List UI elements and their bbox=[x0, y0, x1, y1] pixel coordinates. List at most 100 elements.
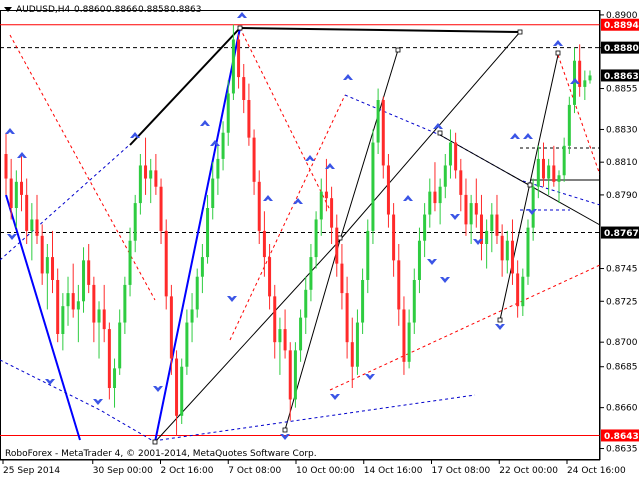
down-fractal-icon bbox=[427, 259, 437, 265]
candle-body bbox=[335, 227, 339, 264]
ohlc-close: 0.8863 bbox=[170, 5, 202, 15]
candle-body bbox=[350, 342, 354, 367]
anchor-point bbox=[237, 25, 243, 31]
y-tick-label: 0.8635 bbox=[606, 445, 638, 455]
candle bbox=[25, 178, 29, 244]
candle-body bbox=[386, 165, 390, 215]
down-fractal-icon bbox=[495, 324, 505, 330]
candle-body bbox=[583, 80, 587, 87]
chart-footer: RoboForex - MetaTrader 4, © 2001-2014, M… bbox=[5, 449, 317, 459]
candle-body bbox=[211, 178, 215, 208]
candle bbox=[407, 309, 411, 369]
candle-body bbox=[273, 296, 277, 343]
candle-body bbox=[82, 260, 86, 302]
up-fractal-icon bbox=[510, 133, 520, 139]
candle-body bbox=[428, 191, 432, 215]
candle bbox=[299, 309, 303, 362]
down-fractal-icon bbox=[280, 434, 290, 440]
up-fractal-icon bbox=[523, 133, 533, 139]
candle bbox=[185, 309, 189, 375]
y-tick-label: 0.8855 bbox=[606, 85, 638, 95]
candle bbox=[149, 158, 153, 204]
candle bbox=[45, 244, 49, 310]
candle bbox=[376, 88, 380, 154]
candle-body bbox=[541, 158, 545, 179]
candle-body bbox=[102, 309, 106, 330]
candle bbox=[417, 227, 421, 294]
candle-body bbox=[314, 219, 318, 258]
candle-body bbox=[242, 77, 246, 100]
candle-body bbox=[562, 145, 566, 176]
y-tick-label: 0.8685 bbox=[606, 363, 638, 373]
candle bbox=[144, 137, 148, 195]
price-tag-label: 0.8767 bbox=[604, 229, 639, 239]
grid-layer bbox=[0, 10, 600, 460]
symbol-dropdown-icon[interactable] bbox=[4, 7, 12, 12]
candle bbox=[438, 178, 442, 225]
candle-body bbox=[190, 309, 194, 323]
candle bbox=[133, 194, 137, 253]
candle-body bbox=[51, 257, 55, 280]
candle-body bbox=[448, 142, 452, 166]
y-tick-label: 0.8700 bbox=[606, 338, 638, 348]
anchor-point bbox=[437, 130, 443, 136]
candle bbox=[516, 260, 520, 318]
down-fractal-icon bbox=[93, 399, 103, 405]
candle bbox=[469, 194, 473, 244]
candle-body bbox=[206, 208, 210, 258]
candle bbox=[138, 154, 142, 215]
x-tick-label: 17 Oct 08:00 bbox=[432, 466, 491, 476]
candle bbox=[252, 129, 256, 195]
candle bbox=[330, 186, 334, 244]
up-fractal-icon bbox=[237, 12, 247, 18]
candle-body bbox=[20, 181, 24, 195]
candle-body bbox=[138, 165, 142, 204]
candle-body bbox=[144, 165, 148, 179]
candle-body bbox=[397, 260, 401, 310]
candle-body bbox=[392, 214, 396, 261]
candle-body bbox=[149, 170, 153, 179]
channel-line bbox=[159, 394, 476, 441]
candle-body bbox=[474, 203, 478, 215]
candle bbox=[190, 293, 194, 343]
candle-body bbox=[123, 284, 127, 323]
candle-body bbox=[454, 142, 458, 171]
candle-body bbox=[324, 191, 328, 199]
candle bbox=[82, 247, 86, 313]
candle-body bbox=[56, 280, 60, 334]
candle-body bbox=[221, 132, 225, 159]
candle bbox=[51, 230, 55, 294]
candle-body bbox=[226, 93, 230, 133]
up-fractal-icon bbox=[433, 123, 443, 129]
candle-body bbox=[433, 191, 437, 204]
candle bbox=[107, 322, 111, 400]
candle-body bbox=[268, 257, 272, 297]
candle-body bbox=[216, 158, 220, 179]
candle bbox=[40, 224, 44, 285]
candle bbox=[340, 244, 344, 310]
candle bbox=[35, 194, 39, 244]
candle bbox=[200, 244, 204, 294]
candle bbox=[443, 154, 447, 199]
candle-body bbox=[113, 368, 117, 388]
candle-body bbox=[71, 293, 75, 310]
candle-body bbox=[345, 293, 349, 343]
candle bbox=[392, 203, 396, 277]
candle bbox=[154, 154, 158, 195]
candle-body bbox=[30, 219, 34, 231]
anchor-point bbox=[497, 317, 503, 323]
up-fractal-icon bbox=[263, 195, 273, 201]
candle-body bbox=[283, 329, 287, 351]
candle bbox=[567, 96, 571, 154]
candle-body bbox=[536, 158, 540, 187]
candle bbox=[485, 219, 489, 269]
x-tick-label: 14 Oct 16:00 bbox=[364, 466, 423, 476]
trend-line bbox=[5, 194, 81, 441]
candle bbox=[402, 296, 406, 375]
candle-body bbox=[169, 296, 173, 359]
candle bbox=[56, 268, 60, 343]
candle-body bbox=[371, 142, 375, 231]
candle bbox=[164, 219, 168, 310]
candle-body bbox=[588, 75, 592, 81]
candle-body bbox=[417, 240, 421, 280]
